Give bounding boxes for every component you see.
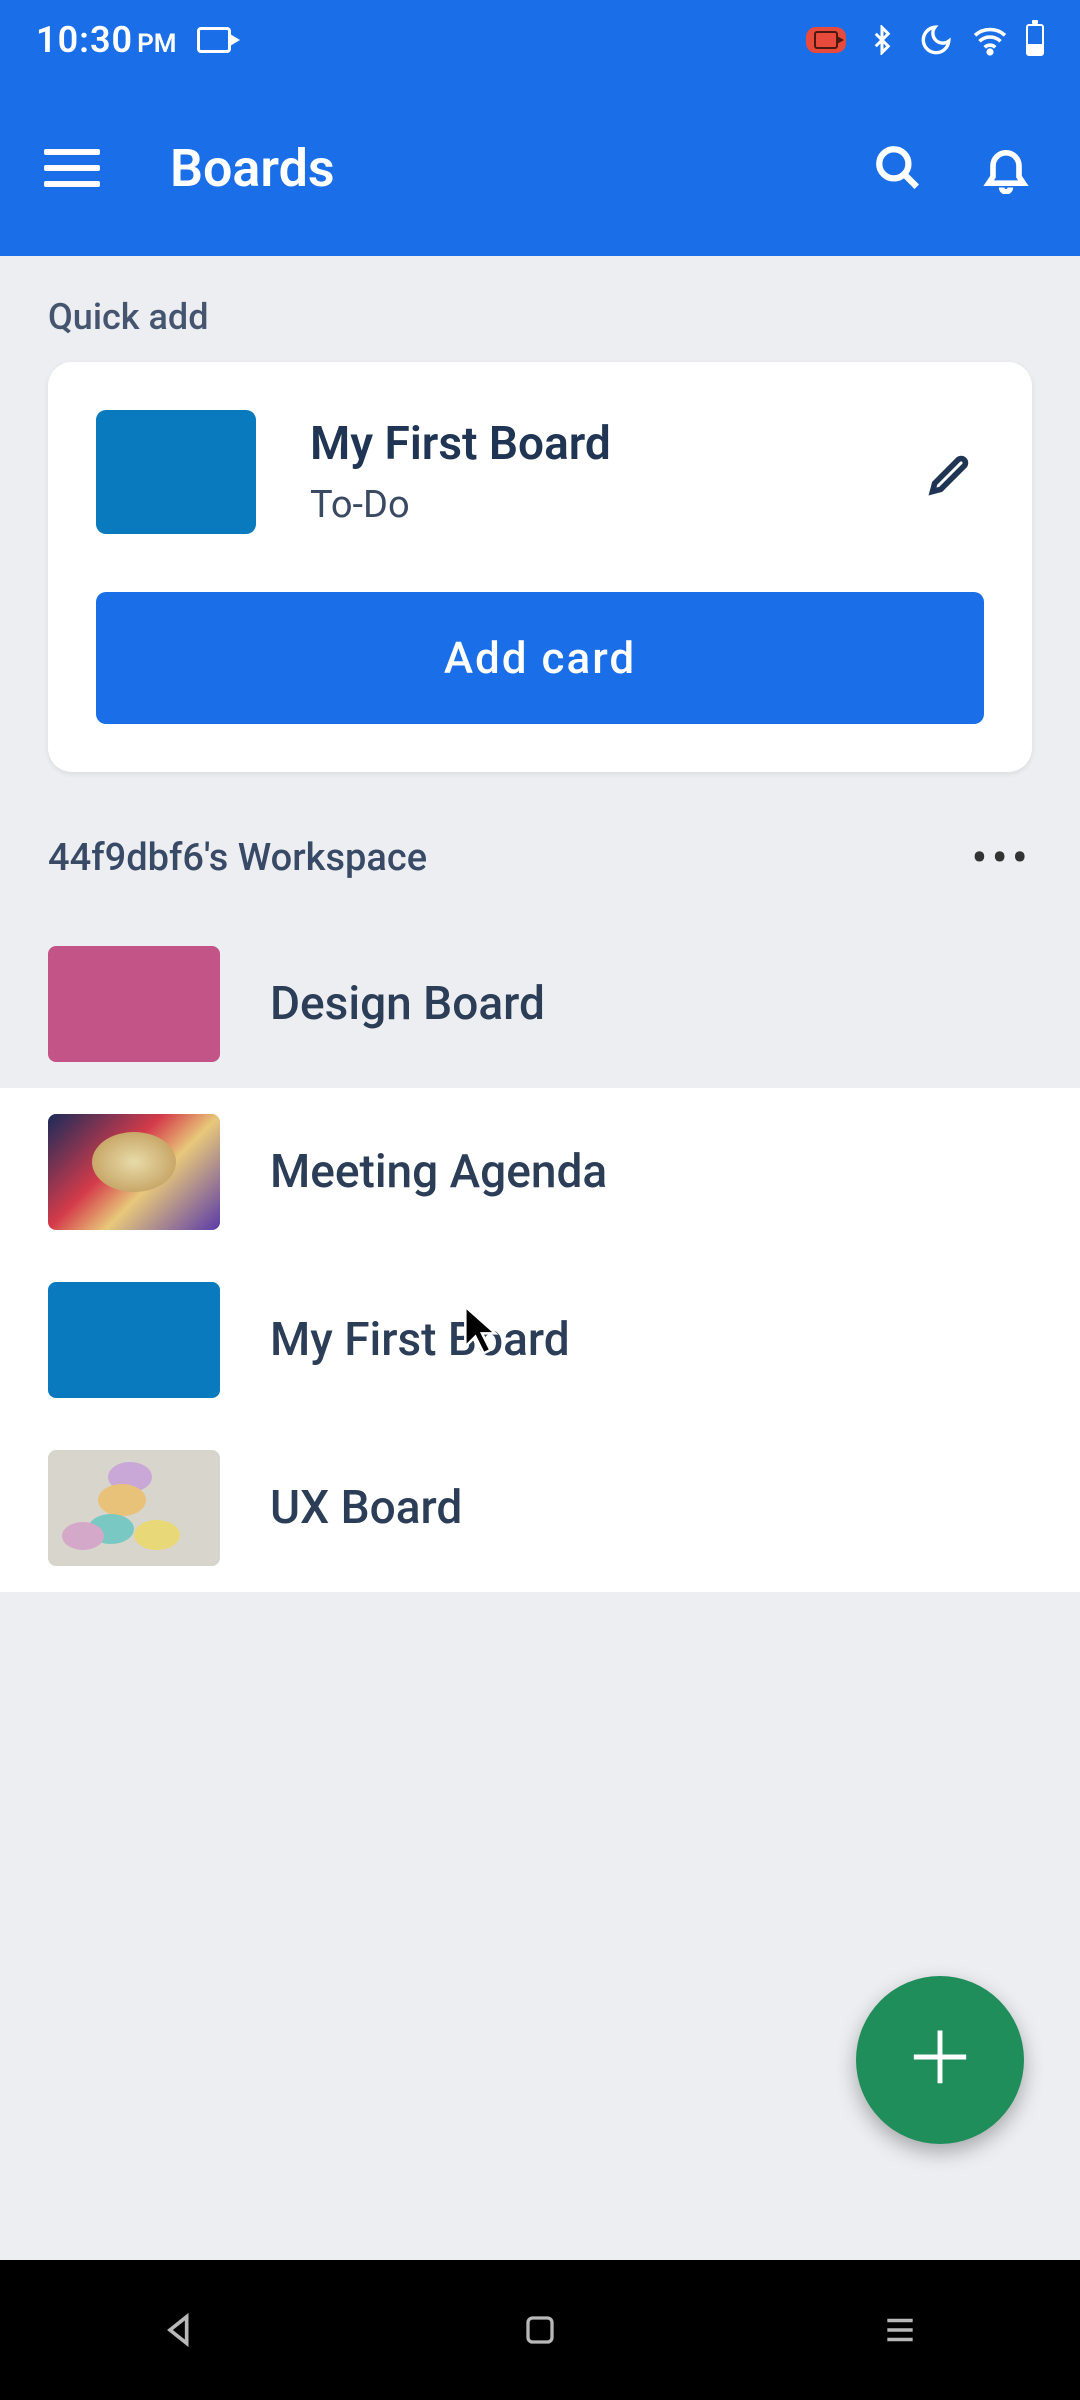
quick-add-board-title: My First Board <box>310 417 920 471</box>
recording-icon <box>806 27 846 53</box>
status-left: 10:30PM <box>36 19 231 61</box>
screencast-icon <box>197 27 231 53</box>
bluetooth-icon <box>864 22 900 58</box>
status-time-value: 10:30 <box>36 19 133 61</box>
content: Quick add My First Board To-Do Add card … <box>0 256 1080 2260</box>
board-name: Meeting Agenda <box>270 1145 607 1199</box>
quick-add-list-name: To-Do <box>310 483 920 527</box>
board-name: Design Board <box>270 977 545 1031</box>
recents-icon <box>881 2311 919 2349</box>
status-time: 10:30PM <box>36 19 177 61</box>
board-thumb <box>48 1450 220 1566</box>
moon-icon <box>918 22 954 58</box>
workspace-menu-button[interactable]: ••• <box>971 853 1032 863</box>
workspace-header: 44f9dbf6's Workspace ••• <box>0 772 1080 920</box>
menu-button[interactable] <box>44 140 100 196</box>
fab-add-button[interactable]: ＋ <box>856 1976 1024 2144</box>
board-item-first[interactable]: My First Board <box>0 1256 1080 1424</box>
wifi-icon <box>972 22 1008 58</box>
nav-back-button[interactable] <box>150 2300 210 2360</box>
board-list: Design Board Meeting Agenda My First Boa… <box>0 920 1080 1592</box>
board-item-ux[interactable]: UX Board <box>0 1424 1080 1592</box>
search-icon <box>873 143 923 193</box>
board-thumb <box>48 946 220 1062</box>
status-right <box>806 22 1044 58</box>
nav-home-button[interactable] <box>510 2300 570 2360</box>
triangle-back-icon <box>160 2310 200 2350</box>
workspace-title: 44f9dbf6's Workspace <box>48 836 427 880</box>
battery-icon <box>1026 24 1044 56</box>
system-nav-bar <box>0 2260 1080 2400</box>
board-name: My First Board <box>270 1313 570 1367</box>
page-title: Boards <box>170 138 820 199</box>
quick-add-text: My First Board To-Do <box>310 417 920 527</box>
edit-button[interactable] <box>920 440 984 504</box>
add-card-button[interactable]: Add card <box>96 592 984 724</box>
board-thumb <box>48 1114 220 1230</box>
status-ampm: PM <box>137 29 176 59</box>
board-item-design[interactable]: Design Board <box>0 920 1080 1088</box>
pencil-icon <box>926 446 978 498</box>
quick-add-thumb <box>96 410 256 534</box>
notifications-button[interactable] <box>976 138 1036 198</box>
quick-add-row[interactable]: My First Board To-Do <box>96 410 984 534</box>
quick-add-card: My First Board To-Do Add card <box>48 362 1032 772</box>
square-home-icon <box>522 2312 558 2348</box>
app-bar: Boards <box>0 80 1080 256</box>
board-thumb <box>48 1282 220 1398</box>
board-item-meeting[interactable]: Meeting Agenda <box>0 1088 1080 1256</box>
plus-icon: ＋ <box>904 2024 976 2096</box>
search-button[interactable] <box>868 138 928 198</box>
bell-icon <box>980 142 1032 194</box>
status-bar: 10:30PM <box>0 0 1080 80</box>
board-name: UX Board <box>270 1481 462 1535</box>
nav-recents-button[interactable] <box>870 2300 930 2360</box>
quick-add-label: Quick add <box>0 256 1080 362</box>
screen: 10:30PM Boards <box>0 0 1080 2400</box>
